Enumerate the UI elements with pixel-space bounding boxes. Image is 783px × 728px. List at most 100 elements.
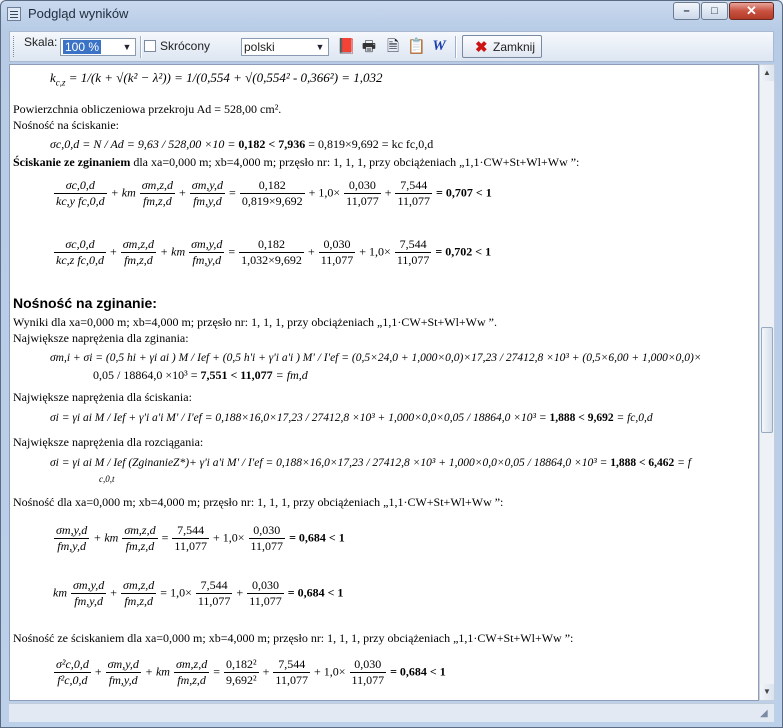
eq4-result: = 0,684 < 1: [287, 585, 344, 600]
eq1-val2-num: 0,030: [344, 178, 381, 194]
printer-icon[interactable]: 🖶: [360, 38, 378, 56]
eq5-term3-den: fm,z,d: [177, 673, 206, 687]
sigma-m-line-1: σm,i + σi = (0,5 hi + γi ai ) M / Ief + …: [50, 352, 702, 364]
equation-4: km σm,y,d fm,y,d + σm,z,d fm,z,d = 1,0× 7,…: [53, 578, 344, 608]
title-bar[interactable]: Podgląd wyników – □ ✕: [1, 1, 782, 27]
eq3-val2-den: 11,077: [250, 539, 284, 553]
book-icon[interactable]: 📕: [337, 38, 356, 56]
eq2-term2-den: fm,z,d: [124, 253, 153, 267]
equation-1: σc,0,d kc,y fc,0,d + km σm,z,d fm,z,d + σm…: [54, 178, 492, 208]
eq1-val3-num: 7,544: [395, 178, 433, 194]
eq3-term2-num: σm,z,d: [122, 523, 158, 539]
sigma-i-tension: σi = γi ai M / Ief (ZginanieZ*)+ γ'i a'i…: [50, 457, 691, 469]
sigma-m-tail: 0,05 / 18864,0 ×10³ =: [93, 368, 201, 382]
eq2-coef: + 1,0×: [359, 244, 391, 259]
eq1-term1-den: kc,y fc,0,d: [56, 194, 105, 208]
chevron-down-icon[interactable]: ▼: [120, 40, 134, 54]
eq4-val1-num: 7,544: [195, 578, 233, 594]
eq1-term2-num: σm,z,d: [139, 178, 175, 194]
close-window-button[interactable]: ✕: [729, 2, 774, 20]
window: Podgląd wyników – □ ✕ Skala: 100 % ▼ Skr…: [0, 0, 783, 728]
toolbar-separator: [140, 36, 142, 58]
sigma-m-fmd: = fm,d: [272, 368, 308, 382]
red-x-icon: ✖: [475, 39, 488, 56]
eq3-term2-den: fm,z,d: [125, 539, 155, 553]
eq2-val2-den: 11,077: [320, 253, 354, 267]
vertical-scrollbar[interactable]: ▲ ▼: [759, 64, 775, 701]
eq2-val2-num: 0,030: [318, 237, 356, 253]
sigma-c-result: 0,182 < 7,936: [238, 137, 306, 151]
eq1-val2-den: 11,077: [346, 194, 379, 208]
eq1-val3-den: 11,077: [397, 194, 431, 208]
eq2-result: = 0,702 < 1: [435, 244, 492, 259]
eq1-term1-num: σc,0,d: [54, 178, 107, 194]
eq4-val1-den: 11,077: [197, 594, 231, 608]
eq1-km: + km: [110, 185, 136, 200]
toolbar-grip[interactable]: [13, 36, 17, 57]
eq2-val3-num: 7,544: [394, 237, 432, 253]
compression-bending-title: Ściskanie ze zginaniem: [13, 155, 131, 169]
toolbar: Skala: 100 % ▼ Skrócony polski ▼ 📕 🖶 🗎 📋…: [9, 31, 774, 62]
scroll-thumb[interactable]: [761, 327, 773, 433]
compact-checkbox[interactable]: [144, 40, 156, 52]
eq2-val3-den: 11,077: [396, 253, 430, 267]
language-select[interactable]: polski ▼: [241, 38, 329, 56]
eq5-val1-den: 9,692²: [226, 673, 257, 687]
eq5-val3-den: 11,077: [351, 673, 385, 687]
word-icon[interactable]: W: [430, 38, 448, 56]
eq4-term1-den: fm,y,d: [74, 594, 103, 608]
eq4-val2-num: 0,030: [247, 578, 284, 594]
equation-3: σm,y,d fm,y,d + km σm,z,d fm,z,d = 7,544 11…: [54, 523, 345, 553]
sigma-c-line: σc,0,d = N / Ad = 9,63 / 528,00 ×10 = 0,…: [50, 137, 433, 152]
eq1-val1-den: 0,819×9,692: [241, 194, 303, 208]
scale-select[interactable]: 100 % ▼: [60, 38, 136, 56]
sigma-i-compression-fcd: = fc,0,d: [613, 412, 653, 424]
eq1-term3-den: fm,y,d: [193, 194, 222, 208]
minimize-button[interactable]: –: [673, 2, 700, 20]
eq3-km: + km: [93, 530, 119, 545]
eq1-term3-num: σm,y,d: [189, 178, 226, 194]
chevron-down-icon[interactable]: ▼: [313, 40, 327, 54]
eq4-val2-den: 11,077: [249, 594, 282, 608]
max-tension-label: Największe naprężenia dla rozciągania:: [13, 435, 204, 449]
sigma-c-formula: σc,0,d = N / Ad = 9,63 / 528,00 ×10 =: [50, 137, 239, 151]
compression-label: Nośność na ściskanie:: [13, 118, 119, 132]
eq1-coef: + 1,0×: [308, 185, 341, 200]
close-report-label: Zamknij: [493, 40, 536, 54]
language-value: polski: [244, 40, 275, 54]
k-formula: kc,z = 1/(k + √(k² − λ²)) = 1/(0,554 + √…: [50, 70, 383, 88]
eq5-term3-num: σm,z,d: [173, 657, 210, 673]
app-icon: [7, 7, 21, 21]
eq3-val2-num: 0,030: [248, 523, 286, 539]
eq5-val1-num: 0,182²: [224, 657, 259, 673]
eq1-term2-den: fm,z,d: [143, 194, 172, 208]
eq1-equals: =: [229, 185, 236, 200]
eq3-coef: + 1,0×: [212, 530, 245, 545]
bending-heading: Nośność na zginanie:: [13, 295, 157, 311]
toolbar-separator: [455, 36, 457, 58]
report-viewer[interactable]: kc,z = 1/(k + √(k² − λ²)) = 1/(0,554 + √…: [9, 64, 759, 701]
maximize-button[interactable]: □: [701, 2, 728, 20]
eq1-val1-num: 0,182: [239, 178, 305, 194]
eq5-term1-den: f²c,0,d: [57, 673, 88, 687]
eq3-val1-num: 7,544: [172, 523, 209, 539]
max-compression-label: Największe naprężenia dla ściskania:: [13, 390, 192, 404]
eq3-term1-den: fm,y,d: [57, 539, 86, 553]
eq2-term3-num: σm,y,d: [189, 237, 225, 253]
scroll-down-icon[interactable]: ▼: [760, 684, 774, 700]
capacity-line: Nośność dla xa=0,000 m; xb=4,000 m; przę…: [13, 495, 504, 509]
sigma-i-tension-f: = f: [674, 457, 691, 469]
eq5-val2-num: 7,544: [273, 657, 310, 673]
scale-value: 100 %: [63, 40, 102, 54]
close-report-button[interactable]: ✖ Zamknij: [462, 35, 542, 58]
scroll-up-icon[interactable]: ▲: [760, 65, 774, 81]
eq2-term1-den: kc,z fc,0,d: [56, 253, 104, 267]
eq2-term1-num: σc,0,d: [54, 237, 106, 253]
clipboard-icon[interactable]: 📋: [407, 38, 426, 56]
compression-bending-line: Ściskanie ze zginaniem dla xa=0,000 m; x…: [13, 155, 579, 170]
compression-bending-conditions: dla xa=0,000 m; xb=4,000 m; przęsło nr: …: [130, 155, 580, 169]
compact-label[interactable]: Skrócony: [160, 39, 210, 53]
document-icon[interactable]: 🗎: [384, 38, 402, 56]
sigma-i-tension-result: 1,888 < 6,462: [610, 457, 675, 469]
resize-grip-icon[interactable]: ◢: [760, 708, 772, 720]
